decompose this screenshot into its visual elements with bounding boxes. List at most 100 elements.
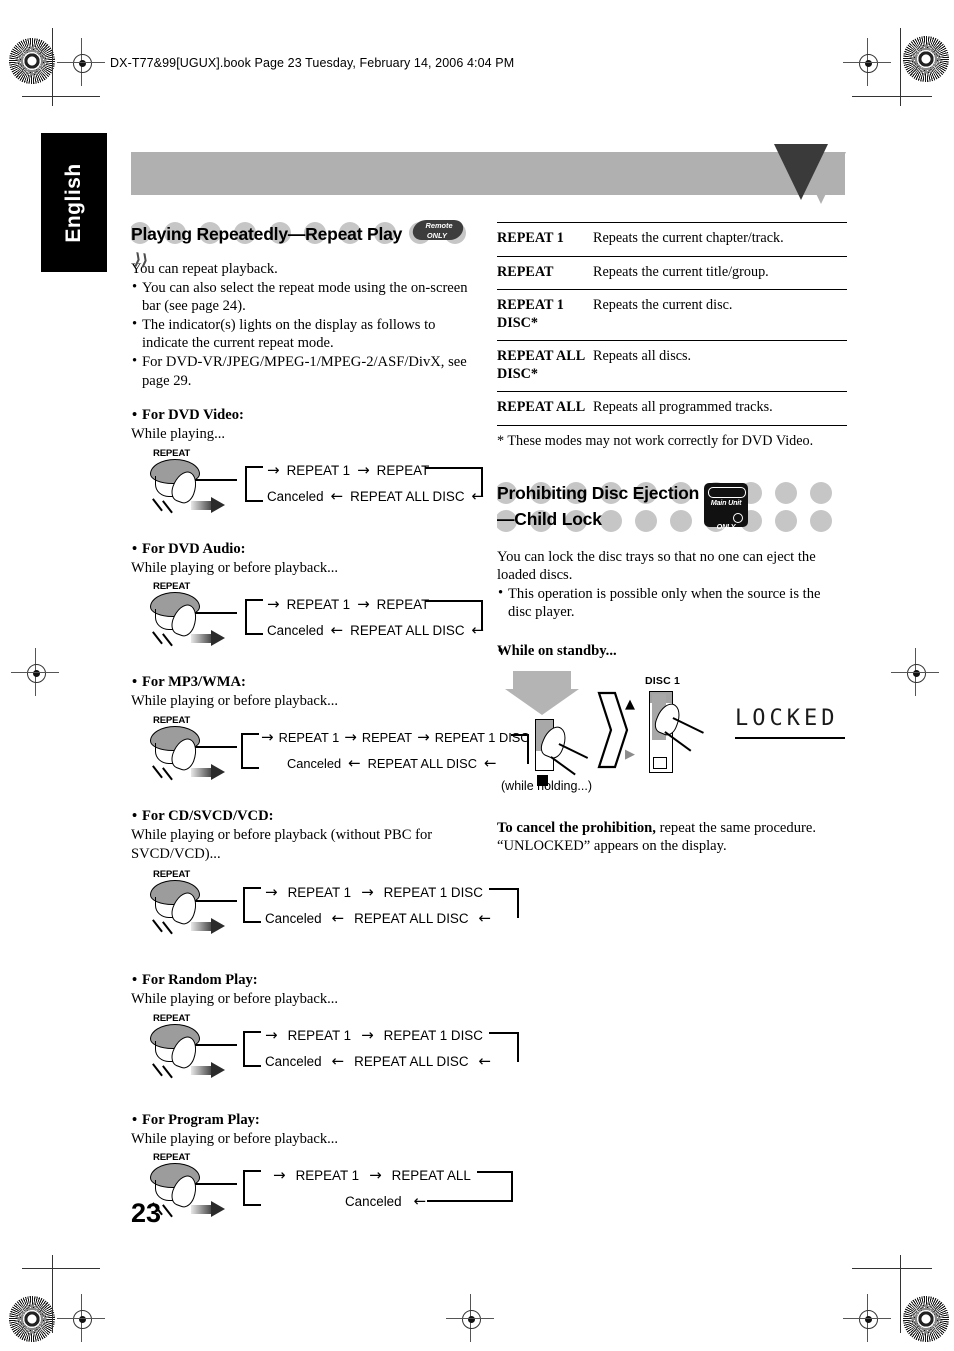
trim-rule-br-vertical [900,1255,901,1333]
subsection-dvd-audio-cue: While playing or before playback... [131,559,339,576]
flow-text-mp3-wma: → REPEAT 1 → REPEAT → REPEAT 1 DISC Canc… [239,721,530,789]
flow-row-top: → REPEAT 1 → REPEAT [267,460,481,482]
flow-state: Canceled [345,1193,402,1209]
list-item: This operation is possible only when the… [497,584,847,622]
flow-loop-bottom [427,1200,513,1203]
flow-state: REPEAT 1 [286,463,351,479]
registration-mark-bottom-right [843,1294,891,1342]
repeat-play-heading: Playing Repeatedly—Repeat Play Remote ON… [131,220,481,270]
flow-diagram-mp3-wma: REPEAT → REPEAT 1 → REPEAT → REPEAT 1 DI… [131,715,530,793]
book-file-header: DX-T77&99[UGUX].book Page 23 Tuesday, Fe… [110,56,515,70]
motion-line [152,498,163,511]
flow-state: REPEAT 1 [295,1167,360,1183]
repeat-button-hand-illustration: REPEAT [147,1013,239,1087]
banner-bar [131,152,845,195]
subsection-dvd-video-title: For DVD Video: [131,406,481,425]
callout-leader-line [195,478,237,481]
child-lock-figure: (while holding...) DISC 1 ▲ ▶ LOCKED [497,669,847,797]
flow-diagram-cd-svcd-vcd: REPEAT → REPEAT 1 → REPEAT 1 DISC Cancel… [131,869,519,947]
flow-row-bottom: Canceled ← REPEAT ALL DISC ← [265,1051,491,1073]
repeat-button-hand-illustration: REPEAT [147,715,239,789]
while-holding-caption: (while holding...) [501,778,593,793]
tray-slot [653,756,667,769]
flow-state: REPEAT ALL DISC [350,489,465,505]
callout-leader-line [558,742,589,759]
flow-diagram-dvd-audio: REPEAT → REPEAT 1 → REPEAT Canceled ← RE… [131,581,484,659]
flow-left-bracket [243,1030,261,1067]
arrow-left-icon: ← [478,908,492,927]
trim-rule-right-horizontal [852,96,932,97]
play-icon: ▶ [625,746,635,762]
flow-row-top: → REPEAT 1 → REPEAT 1 DISC [265,1025,483,1047]
starburst-target-top-left [9,38,55,84]
table-row: REPEAT Repeats the current title/group. [497,256,847,290]
table-row: REPEAT 1 DISC* Repeats the current disc. [497,289,847,341]
repeat-play-heading-text: Playing Repeatedly—Repeat Play [131,224,403,244]
table-footnote: * These modes may not work correctly for… [497,432,814,449]
arrow-left-icon: ← [478,1052,492,1071]
motion-line [162,767,173,781]
lcd-underline [735,736,845,739]
table-row: REPEAT ALL DISC* Repeats all discs. [497,340,847,392]
callout-leader-line [195,612,237,615]
flow-state: REPEAT [361,730,413,746]
subsection-cd-svcd-vcd-cue: While playing or before playback (withou… [131,826,433,862]
flow-state: REPEAT 1 DISC [383,1028,483,1044]
language-tab-label: English [62,162,85,243]
flow-row-top: → REPEAT 1 → REPEAT [267,593,481,615]
subsection-dvd-video-cue: While playing... [131,426,226,443]
repeat-button-hand-illustration: REPEAT [147,448,239,522]
hand-pressing-eject [651,699,707,752]
flow-state: REPEAT 1 [287,884,352,900]
cancel-instruction-bold: To cancel the prohibition, [497,819,656,836]
flow-diagram-random-play: REPEAT → REPEAT 1 → REPEAT 1 DISC Cancel… [131,1013,519,1091]
list-item: For DVD-VR/JPEG/MPEG-1/MPEG-2/ASF/DivX, … [131,352,481,390]
main-unit-only-badge: Main Unit ONLY [704,482,748,531]
table-cell-mode: REPEAT 1 DISC* [497,289,593,341]
motion-line [162,921,173,935]
arrow-right-icon: → [267,594,280,613]
arrow-left-icon: ← [483,754,497,773]
arrow-right-icon: → [344,728,357,747]
flow-row-top: → REPEAT 1 → REPEAT ALL [273,1164,481,1186]
callout-leader-line [195,1043,237,1046]
repeat-button-label: REPEAT [153,1012,191,1024]
right-column: REPEAT 1 Repeats the current chapter/tra… [497,222,847,856]
arrow-left-icon: ← [348,754,361,773]
display-panel: LOCKED [735,706,847,739]
flow-state: Canceled [265,1054,322,1070]
subsection-cd-svcd-vcd-title: For CD/SVCD/VCD: [131,807,481,826]
flow-state: REPEAT 1 DISC [383,884,483,900]
table-cell-desc: Repeats the current disc. [593,289,847,341]
flow-left-bracket [243,887,261,924]
repeat-button-label: REPEAT [153,869,191,881]
motion-line [162,500,173,513]
arrow-right-icon: → [265,882,278,901]
flow-row-bottom: Canceled ← REPEAT ALL DISC ← [265,907,491,929]
table-cell-mode: REPEAT ALL [497,391,593,426]
flow-left-bracket [243,1170,261,1207]
arrow-right-icon: → [267,461,280,480]
list-item: You can also select the repeat mode usin… [131,278,481,316]
arrow-left-icon: ← [330,620,344,639]
flow-row-bottom: Canceled ← REPEAT ALL DISC ← [287,753,497,775]
callout-leader-line [195,745,237,748]
flow-state: Canceled [287,756,342,772]
arrow-right-icon: → [273,1165,286,1184]
list-item: The indicator(s) lights on the display a… [131,315,481,353]
flow-state: REPEAT 1 [287,1028,352,1044]
flow-state: Canceled [267,489,324,505]
registration-mark-bottom-center [446,1294,494,1342]
eject-icon: ▲ [625,696,635,712]
finger-icon [537,722,571,761]
left-column: Playing Repeatedly—Repeat Play Remote ON… [131,220,530,1230]
arrow-left-icon: ← [331,908,345,927]
flow-diagram-program-play: REPEAT → REPEAT 1 → REPEAT ALL Canceled … [131,1152,513,1230]
repeat-button-hand-illustration: REPEAT [147,869,239,943]
subsection-mp3-wma-cue: While playing or before playback... [131,693,339,710]
subsection-mp3-wma-title: For MP3/WMA: [131,673,481,692]
press-arrow-icon [191,918,225,935]
table-cell-mode: REPEAT 1 [497,222,593,257]
arrow-left-icon: ← [413,1191,427,1210]
arrow-right-icon: → [261,728,274,747]
